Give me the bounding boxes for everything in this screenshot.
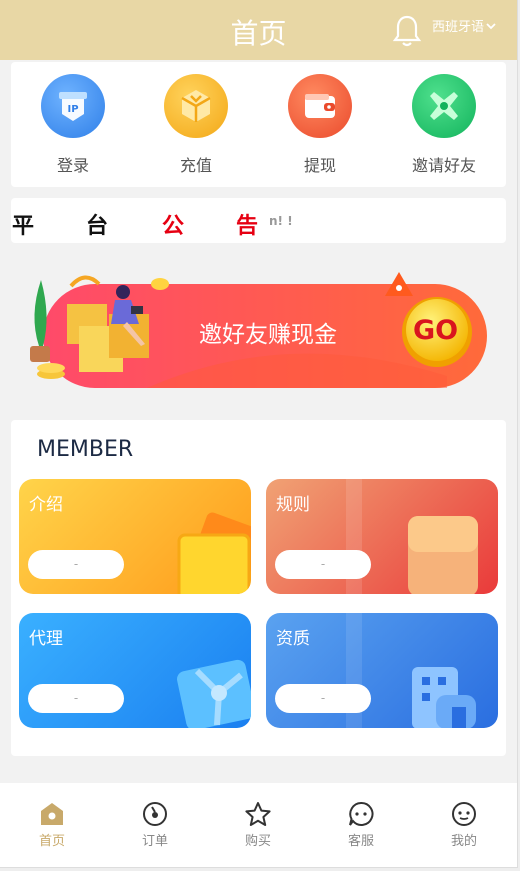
order-icon <box>143 802 167 826</box>
tab-mine[interactable]: 我的 <box>434 801 494 849</box>
tab-label: 客服 <box>347 834 374 849</box>
tile-button[interactable]: - <box>28 684 124 713</box>
bottom-tab-bar: 首页 订单 购买 客服 我的 <box>0 783 517 867</box>
tab-label: 我的 <box>450 834 477 849</box>
notice-scroll-text: n! ! <box>269 214 293 228</box>
invite-label: 邀请好友 <box>411 156 476 175</box>
member-tile-rules[interactable]: 规则 - <box>266 479 498 594</box>
member-title: MEMBER <box>37 437 134 462</box>
tab-label: 首页 <box>38 834 65 849</box>
tab-label: 订单 <box>141 834 168 849</box>
chevron-down-icon <box>486 22 496 29</box>
tab-label: 购买 <box>244 834 271 849</box>
tab-orders[interactable]: 订单 <box>125 801 185 849</box>
app-screen: 首页 西班牙语 IP 登录 充值 提现 邀请好友 平 台 公 告 n! ! 邀好… <box>0 0 518 868</box>
tile-title: 介绍 <box>29 495 63 515</box>
withdraw-label: 提现 <box>303 156 336 175</box>
tile-title: 规则 <box>276 495 310 515</box>
notice-char: 告 <box>236 214 259 239</box>
recharge-action[interactable]: 充值 <box>146 74 246 176</box>
bell-icon[interactable] <box>392 14 422 48</box>
tile-button[interactable]: - <box>275 684 371 713</box>
tab-buy[interactable]: 购买 <box>228 801 288 849</box>
tile-title: 资质 <box>276 629 310 649</box>
notice-char: 台 <box>86 214 109 239</box>
notice-bar[interactable]: 平 台 公 告 n! ! <box>11 198 506 243</box>
tab-home[interactable]: 首页 <box>22 801 82 849</box>
member-tile-agent[interactable]: 代理 - <box>19 613 251 728</box>
recharge-label: 充值 <box>179 156 212 175</box>
notice-char: 公 <box>162 214 185 239</box>
member-tile-qualification[interactable]: 资质 - <box>266 613 498 728</box>
tab-service[interactable]: 客服 <box>331 801 391 849</box>
member-section: MEMBER 介绍 - 规则 - 代理 - 资质 - <box>11 420 506 756</box>
tile-title: 代理 <box>29 629 63 649</box>
notice-char: 平 <box>12 214 35 239</box>
login-action[interactable]: IP 登录 <box>23 74 123 176</box>
chat-icon <box>349 801 374 826</box>
svg-text:IP: IP <box>67 104 78 115</box>
withdraw-action[interactable]: 提现 <box>270 74 370 176</box>
login-label: 登录 <box>56 156 89 175</box>
invite-banner[interactable]: 邀好友赚现金 GO <box>27 266 489 392</box>
home-icon <box>41 803 63 825</box>
header-bar: 首页 西班牙语 <box>0 0 517 60</box>
wallet-withdraw-icon <box>288 74 352 138</box>
language-label: 西班牙语 <box>432 20 485 35</box>
tile-button[interactable]: - <box>28 550 124 579</box>
tile-button[interactable]: - <box>275 550 371 579</box>
member-tile-intro[interactable]: 介绍 - <box>19 479 251 594</box>
cube-recharge-icon <box>164 74 228 138</box>
face-icon <box>452 802 476 826</box>
go-button[interactable]: GO <box>413 315 458 346</box>
puzzle-invite-icon <box>412 74 476 138</box>
ip-login-icon: IP <box>41 74 105 138</box>
star-icon <box>245 802 271 826</box>
quick-actions-card: IP 登录 充值 提现 邀请好友 <box>11 62 506 187</box>
invite-action[interactable]: 邀请好友 <box>394 74 494 176</box>
language-selector[interactable]: 西班牙语 <box>432 16 496 35</box>
banner-text: 邀好友赚现金 <box>199 322 337 348</box>
